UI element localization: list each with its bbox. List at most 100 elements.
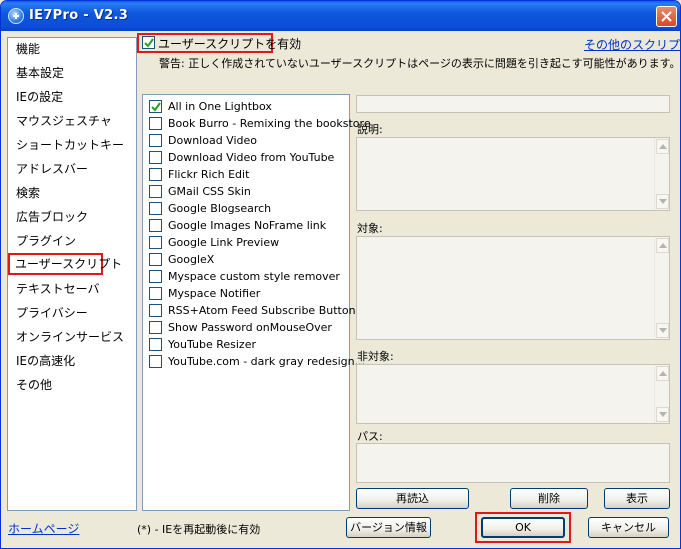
arrow-down-icon <box>659 412 667 417</box>
script-name: Google Link Preview <box>168 236 280 249</box>
version-info-button[interactable]: バージョン情報 <box>346 517 431 538</box>
script-item[interactable]: YouTube Resizer <box>149 336 349 353</box>
script-item[interactable]: Google Images NoFrame link <box>149 217 349 234</box>
script-checkbox[interactable] <box>149 270 162 283</box>
cancel-button[interactable]: キャンセル <box>588 517 669 538</box>
arrow-up-icon <box>659 243 667 248</box>
script-name: GMail CSS Skin <box>168 185 251 198</box>
sidebar-item-text-saver[interactable]: テキストセーバ <box>10 278 132 300</box>
scroll-up-button[interactable] <box>656 366 669 381</box>
script-checkbox[interactable] <box>149 253 162 266</box>
description-label: 説明: <box>357 123 383 136</box>
close-icon <box>661 11 672 22</box>
script-name: Show Password onMouseOver <box>168 321 332 334</box>
exclude-label: 非対象: <box>357 350 394 363</box>
scroll-up-button[interactable] <box>656 238 669 253</box>
sidebar-item-mouse-gestures[interactable]: マウスジェスチャ <box>10 110 132 132</box>
ok-button[interactable]: OK <box>481 517 565 538</box>
script-name: Download Video <box>168 134 257 147</box>
ie7pro-settings-window: IE7Pro - V2.3 機能 基本設定 IEの設定 マウスジェスチャ ショー… <box>0 0 681 549</box>
script-item[interactable]: Download Video <box>149 132 349 149</box>
script-item[interactable]: GMail CSS Skin <box>149 183 349 200</box>
sidebar-item-shortcut-keys[interactable]: ショートカットキー <box>10 134 132 156</box>
sidebar-item-ie-speedup[interactable]: IEの高速化 <box>10 350 132 372</box>
script-name: Google Blogsearch <box>168 202 272 215</box>
sidebar-item-other[interactable]: その他 <box>10 374 132 396</box>
target-scrollbar[interactable] <box>654 237 669 339</box>
script-checkbox[interactable] <box>149 168 162 181</box>
close-button[interactable] <box>656 6 677 27</box>
script-name: Book Burro - Remixing the bookstore <box>168 117 371 130</box>
arrow-down-icon <box>659 328 667 333</box>
title-bar: IE7Pro - V2.3 <box>1 1 680 31</box>
script-checkbox[interactable] <box>149 338 162 351</box>
script-checkbox[interactable] <box>149 219 162 232</box>
script-checkbox[interactable] <box>149 117 162 130</box>
sidebar-item-plugins[interactable]: プラグイン <box>10 230 132 252</box>
script-item[interactable]: Flickr Rich Edit <box>149 166 349 183</box>
ie7pro-app-icon <box>8 8 24 24</box>
show-button[interactable]: 表示 <box>604 488 670 509</box>
script-checkbox[interactable] <box>149 100 162 113</box>
reload-button[interactable]: 再読込 <box>356 488 469 509</box>
script-name: RSS+Atom Feed Subscribe Button ... <box>168 304 370 317</box>
sidebar-item-privacy[interactable]: プライバシー <box>10 302 132 324</box>
sidebar-item-ie-settings[interactable]: IEの設定 <box>10 86 132 108</box>
script-checkbox[interactable] <box>149 202 162 215</box>
enable-userscript-label[interactable]: ユーザースクリプトを有効 <box>158 35 301 52</box>
script-checkbox[interactable] <box>149 236 162 249</box>
script-name: Download Video from YouTube <box>168 151 335 164</box>
restart-note: (*) - IEを再起動後に有効 <box>137 523 261 536</box>
sidebar-item-features[interactable]: 機能 <box>10 38 132 60</box>
scroll-down-button[interactable] <box>656 194 669 209</box>
target-field[interactable] <box>356 236 670 340</box>
script-name: Myspace custom style remover <box>168 270 340 283</box>
script-item[interactable]: Myspace Notifier <box>149 285 349 302</box>
script-name: YouTube Resizer <box>168 338 256 351</box>
exclude-field[interactable] <box>356 364 670 424</box>
window-title: IE7Pro - V2.3 <box>29 8 129 23</box>
script-item[interactable]: RSS+Atom Feed Subscribe Button ... <box>149 302 370 319</box>
sidebar-item-user-scripts[interactable]: ユーザースクリプト <box>8 253 122 275</box>
description-scrollbar[interactable] <box>654 138 669 210</box>
script-name: GoogleX <box>168 253 215 266</box>
script-item[interactable]: Download Video from YouTube <box>149 149 349 166</box>
script-item[interactable]: Google Blogsearch <box>149 200 349 217</box>
sidebar-item-online-services[interactable]: オンラインサービス <box>10 326 132 348</box>
sidebar-item-address-bar[interactable]: アドレスバー <box>10 158 132 180</box>
sidebar-item-search[interactable]: 検索 <box>10 182 132 204</box>
script-checkbox[interactable] <box>149 287 162 300</box>
script-checkbox[interactable] <box>149 304 162 317</box>
script-name: All in One Lightbox <box>168 100 272 113</box>
exclude-scrollbar[interactable] <box>654 365 669 423</box>
script-item[interactable]: YouTube.com - dark gray redesign... <box>149 353 365 370</box>
enable-userscript-checkbox[interactable] <box>142 36 155 49</box>
script-checkbox[interactable] <box>149 185 162 198</box>
sidebar-item-ad-block[interactable]: 広告ブロック <box>10 206 132 228</box>
description-field[interactable] <box>356 137 670 211</box>
script-item[interactable]: Book Burro - Remixing the bookstore <box>149 115 371 132</box>
script-name-field[interactable] <box>356 95 670 113</box>
script-item[interactable]: GoogleX <box>149 251 349 268</box>
homepage-link[interactable]: ホームページ <box>8 520 79 537</box>
path-label: パス: <box>357 430 383 443</box>
script-checkbox[interactable] <box>149 321 162 334</box>
script-name: Google Images NoFrame link <box>168 219 327 232</box>
arrow-up-icon <box>659 371 667 376</box>
scroll-up-button[interactable] <box>656 139 669 154</box>
script-item[interactable]: Google Link Preview <box>149 234 349 251</box>
scroll-down-button[interactable] <box>656 407 669 422</box>
delete-button[interactable]: 削除 <box>510 488 588 509</box>
warning-text: 警告: 正しく作成されていないユーザースクリプトはページの表示に問題を引き起こす… <box>159 57 681 70</box>
script-item[interactable]: All in One Lightbox <box>149 98 349 115</box>
scroll-down-button[interactable] <box>656 323 669 338</box>
sidebar-item-basic-settings[interactable]: 基本設定 <box>10 62 132 84</box>
checkmark-icon <box>144 38 154 48</box>
script-item[interactable]: Myspace custom style remover <box>149 268 349 285</box>
script-checkbox[interactable] <box>149 355 162 368</box>
script-checkbox[interactable] <box>149 134 162 147</box>
script-item[interactable]: Show Password onMouseOver <box>149 319 349 336</box>
path-field[interactable] <box>356 443 670 483</box>
script-checkbox[interactable] <box>149 151 162 164</box>
other-scripts-link[interactable]: その他のスクリプト <box>584 36 680 53</box>
